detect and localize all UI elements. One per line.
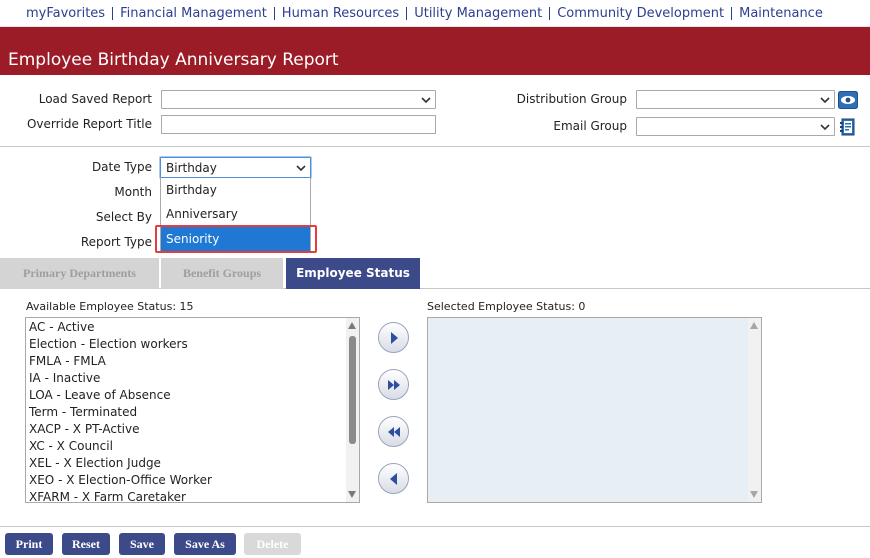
nav-item-human-resources[interactable]: Human Resources [282, 6, 399, 21]
available-status-list[interactable]: AC - Active Election - Election workers … [25, 317, 360, 503]
tab-bar: Primary Departments Benefit Groups Emplo… [0, 257, 870, 289]
report-type-label: Report Type [80, 235, 152, 249]
scroll-down-arrow-icon[interactable] [348, 491, 356, 498]
view-distribution-group-button[interactable] [838, 91, 858, 109]
nav-separator [273, 7, 275, 20]
title-bar: Employee Birthday Anniversary Report [0, 27, 870, 75]
nav-separator [549, 7, 551, 20]
chevron-down-icon [421, 97, 431, 104]
list-item[interactable]: IA - Inactive [29, 370, 100, 387]
chevron-down-icon [820, 124, 830, 131]
nav-item-myfavorites[interactable]: myFavorites [26, 6, 105, 21]
address-book-icon [840, 118, 855, 136]
override-report-title-input[interactable] [161, 115, 436, 134]
save-as-button[interactable]: Save As [174, 533, 236, 555]
email-group-select[interactable] [636, 117, 835, 136]
date-type-option-birthday[interactable]: Birthday [161, 178, 310, 202]
tab-benefit-groups[interactable]: Benefit Groups [161, 258, 283, 289]
move-all-left-icon [388, 427, 400, 437]
section-divider [0, 146, 870, 147]
chevron-down-icon [296, 165, 306, 172]
move-all-right-icon [388, 380, 400, 390]
month-label: Month [114, 185, 152, 199]
top-navigation-items: myFavorites Financial Management Human R… [26, 6, 823, 21]
top-navigation: myFavorites Financial Management Human R… [0, 0, 870, 27]
selected-status-label: Selected Employee Status: 0 [427, 300, 586, 313]
distribution-group-label: Distribution Group [516, 92, 627, 106]
list-item[interactable]: XFARM - X Farm Caretaker [29, 489, 186, 502]
selected-list-scrollbar[interactable] [748, 318, 761, 502]
load-saved-report-select[interactable] [161, 90, 436, 109]
list-item[interactable]: XEO - X Election-Office Worker [29, 472, 212, 489]
print-button[interactable]: Print [5, 533, 53, 555]
scrollbar-thumb[interactable] [349, 336, 356, 444]
email-group-book-button[interactable] [838, 118, 858, 136]
move-all-left-button[interactable] [378, 416, 409, 447]
nav-separator [406, 7, 408, 20]
move-left-button[interactable] [378, 463, 409, 494]
scroll-up-arrow-icon[interactable] [348, 322, 356, 329]
list-item[interactable]: XC - X Council [29, 438, 113, 455]
chevron-down-icon [820, 97, 830, 104]
list-item[interactable]: XEL - X Election Judge [29, 455, 161, 472]
scroll-up-arrow-icon[interactable] [750, 322, 758, 329]
page-title: Employee Birthday Anniversary Report [8, 50, 339, 70]
load-saved-report-label: Load Saved Report [38, 92, 152, 106]
date-type-label: Date Type [91, 160, 152, 174]
move-right-button[interactable] [378, 322, 409, 353]
nav-separator [731, 7, 733, 20]
reset-button[interactable]: Reset [62, 533, 110, 555]
override-report-title-label: Override Report Title [26, 117, 152, 131]
scroll-down-arrow-icon[interactable] [750, 491, 758, 498]
available-status-label: Available Employee Status: 15 [26, 300, 194, 313]
nav-item-maintenance[interactable]: Maintenance [739, 6, 823, 21]
nav-item-financial-management[interactable]: Financial Management [120, 6, 267, 21]
list-item[interactable]: Term - Terminated [29, 404, 137, 421]
nav-item-community-development[interactable]: Community Development [557, 6, 724, 21]
tab-primary-departments[interactable]: Primary Departments [0, 258, 159, 289]
move-left-icon [390, 473, 397, 485]
save-button[interactable]: Save [119, 533, 165, 555]
date-type-option-anniversary[interactable]: Anniversary [161, 202, 310, 226]
move-right-icon [391, 332, 398, 344]
list-item[interactable]: XACP - X PT-Active [29, 421, 139, 438]
selected-status-list[interactable] [427, 317, 762, 503]
date-type-dropdown-list: Birthday Anniversary Seniority [160, 178, 311, 252]
email-group-label: Email Group [553, 119, 627, 133]
date-type-value: Birthday [166, 161, 217, 175]
tab-employee-status[interactable]: Employee Status [286, 258, 420, 289]
nav-item-utility-management[interactable]: Utility Management [414, 6, 542, 21]
date-type-select[interactable]: Birthday [160, 157, 311, 178]
list-item[interactable]: LOA - Leave of Absence [29, 387, 171, 404]
select-by-label: Select By [95, 210, 152, 224]
nav-separator [112, 7, 114, 20]
list-item[interactable]: Election - Election workers [29, 336, 188, 353]
footer-divider [0, 526, 870, 527]
available-list-scrollbar[interactable] [346, 318, 359, 502]
date-type-option-seniority[interactable]: Seniority [161, 227, 310, 251]
move-all-right-button[interactable] [378, 369, 409, 400]
list-item[interactable]: FMLA - FMLA [29, 353, 106, 370]
distribution-group-select[interactable] [636, 90, 835, 109]
eye-icon [838, 91, 858, 109]
delete-button: Delete [244, 533, 301, 555]
list-item[interactable]: AC - Active [29, 319, 94, 336]
